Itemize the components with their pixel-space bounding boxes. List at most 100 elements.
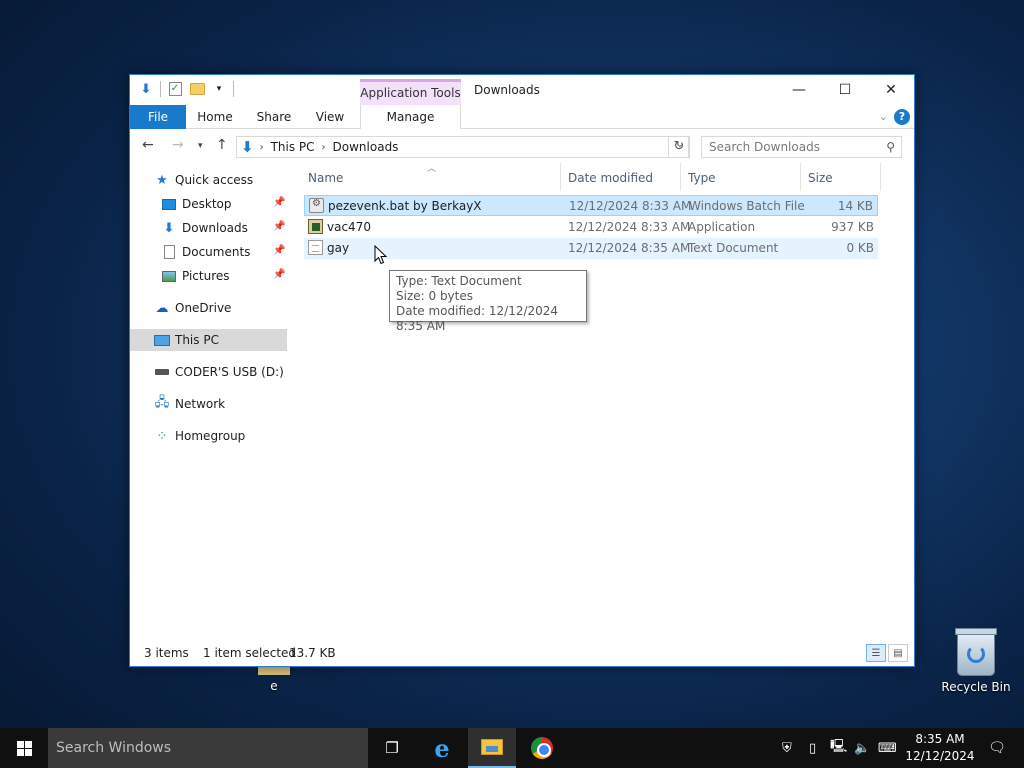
homegroup-icon: ⁘: [156, 428, 168, 444]
forward-button[interactable]: →: [172, 137, 184, 153]
volume-icon[interactable]: 🔈: [854, 728, 870, 768]
tab-view[interactable]: View: [308, 105, 352, 129]
download-icon: ⬇: [163, 220, 175, 236]
keyboard-icon[interactable]: ⌨: [878, 728, 897, 768]
column-header-date-modified[interactable]: Date modified: [568, 171, 653, 191]
nav-item-downloads[interactable]: ⬇ Downloads 📌: [161, 217, 287, 239]
column-header-size[interactable]: Size: [808, 171, 833, 191]
pin-icon: 📌: [273, 221, 286, 232]
close-button[interactable]: ✕: [868, 75, 914, 105]
help-icon[interactable]: ?: [894, 109, 910, 125]
network-tray-icon[interactable]: 🖳: [830, 728, 847, 768]
application-icon: [308, 219, 323, 234]
task-view-button[interactable]: ❐: [368, 728, 416, 768]
computer-icon: [154, 332, 170, 348]
cloud-icon: ☁: [155, 300, 169, 316]
clock[interactable]: 8:35 AM 12/12/2024: [902, 731, 978, 765]
tab-file[interactable]: File: [130, 105, 186, 129]
desktop-icon: [161, 196, 177, 212]
file-list: ︿ Name Date modified Type Size pezevenk.…: [302, 163, 910, 641]
details-view-button[interactable]: ☰: [866, 644, 886, 662]
file-row[interactable]: gay 12/12/2024 8:35 AM Text Document 0 K…: [304, 238, 878, 259]
nav-item-onedrive[interactable]: ☁ OneDrive: [154, 297, 232, 319]
pin-icon: 📌: [273, 197, 286, 208]
security-tray-icon[interactable]: ⛨: [782, 728, 792, 768]
taskbar-search[interactable]: Search Windows: [48, 728, 368, 768]
taskbar-file-explorer[interactable]: [468, 728, 516, 768]
title-bar[interactable]: ⬇ ✓ ▾ Application Tools Downloads — ☐ ✕: [130, 75, 914, 105]
application-tools-tab-group: Application Tools: [360, 79, 461, 105]
nav-item-usb-drive[interactable]: CODER'S USB (D:): [154, 361, 284, 383]
customize-qat-button[interactable]: ▾: [211, 81, 227, 97]
navigation-pane: ★ Quick access Desktop 📌 ⬇ Downloads 📌 D…: [130, 163, 287, 641]
sort-ascending-icon: ︿: [427, 164, 437, 174]
download-arrow-icon: ⬇: [241, 138, 254, 156]
chevron-right-icon[interactable]: ›: [260, 142, 264, 153]
tab-home[interactable]: Home: [192, 105, 238, 129]
search-input[interactable]: [709, 140, 879, 154]
action-center-button[interactable]: 🗨: [982, 728, 1012, 768]
recycle-bin[interactable]: Recycle Bin: [940, 628, 1012, 694]
item-count: 3 items: [144, 646, 189, 660]
large-icons-view-button[interactable]: ▤: [888, 644, 908, 662]
ribbon-tabs: File Home Share View Manage ⌄ ?: [130, 105, 914, 129]
usb-drive-icon: [154, 364, 170, 380]
refresh-button[interactable]: ↻: [668, 136, 690, 158]
desktop-file-e[interactable]: e: [258, 666, 290, 693]
download-arrow-icon[interactable]: ⬇: [138, 81, 154, 97]
properties-button[interactable]: ✓: [167, 81, 183, 97]
text-file-icon: [308, 240, 323, 255]
column-header-name[interactable]: Name: [308, 171, 343, 191]
batch-file-icon: [309, 198, 324, 213]
pin-icon: 📌: [273, 245, 286, 256]
breadcrumb-this-pc[interactable]: This PC: [271, 140, 315, 154]
start-button[interactable]: [0, 728, 48, 768]
address-row: ← → ▾ ↑ ⬇ › This PC › Downloads ⌄ ↻ ⚲: [130, 129, 914, 163]
nav-item-pictures[interactable]: Pictures 📌: [161, 265, 287, 287]
recent-locations-button[interactable]: ▾: [198, 141, 203, 151]
nav-item-network[interactable]: 🖧 Network: [154, 393, 225, 415]
nav-item-desktop[interactable]: Desktop 📌: [161, 193, 287, 215]
quick-access-toolbar: ⬇ ✓ ▾: [138, 81, 234, 97]
tab-share[interactable]: Share: [252, 105, 296, 129]
taskbar-chrome[interactable]: [518, 728, 566, 768]
taskbar: Search Windows ❐ e ⛨ ▯ 🖳 🔈 ⌨ 8:35 AM 12/…: [0, 728, 1024, 768]
column-header-type[interactable]: Type: [688, 171, 716, 191]
folder-icon: [189, 83, 205, 95]
minimize-button[interactable]: —: [776, 75, 822, 105]
file-row[interactable]: pezevenk.bat by BerkayX 12/12/2024 8:33 …: [304, 195, 878, 216]
search-icon: ⚲: [886, 140, 895, 154]
maximize-button[interactable]: ☐: [822, 75, 868, 105]
breadcrumb-downloads[interactable]: Downloads: [333, 140, 399, 154]
search-box[interactable]: ⚲: [701, 136, 902, 158]
up-button[interactable]: ↑: [216, 137, 228, 153]
nav-item-this-pc[interactable]: This PC: [130, 329, 287, 351]
file-icon: [258, 666, 290, 675]
recycle-bin-label: Recycle Bin: [941, 680, 1011, 694]
internet-explorer-icon: e: [434, 733, 450, 763]
file-row[interactable]: vac470 12/12/2024 8:33 AM Application 93…: [304, 217, 878, 238]
back-button[interactable]: ←: [142, 137, 154, 153]
document-icon: [161, 244, 177, 260]
task-view-icon: ❐: [385, 739, 399, 757]
nav-item-quick-access[interactable]: ★ Quick access: [154, 169, 253, 191]
network-icon: 🖧: [154, 395, 170, 410]
chevron-right-icon[interactable]: ›: [322, 142, 326, 153]
selection-size: 13.7 KB: [289, 646, 336, 660]
tab-manage[interactable]: Manage: [360, 105, 461, 129]
clock-date: 12/12/2024: [905, 749, 975, 763]
pictures-icon: [161, 268, 177, 284]
file-explorer-icon: [481, 739, 503, 755]
nav-item-homegroup[interactable]: ⁘ Homegroup: [154, 425, 246, 447]
expand-ribbon-icon[interactable]: ⌄: [879, 110, 888, 123]
star-icon: ★: [156, 172, 168, 188]
new-folder-button[interactable]: [189, 81, 205, 97]
address-bar[interactable]: ⬇ › This PC › Downloads ⌄: [236, 136, 689, 158]
taskbar-internet-explorer[interactable]: e: [418, 728, 466, 768]
status-bar: 3 items 1 item selected 13.7 KB ☰ ▤: [130, 640, 914, 666]
usb-tray-icon[interactable]: ▯: [809, 728, 816, 768]
window-title: Downloads: [474, 83, 540, 97]
selection-count: 1 item selected: [203, 646, 297, 660]
nav-item-documents[interactable]: Documents 📌: [161, 241, 287, 263]
windows-logo-icon: [16, 740, 32, 756]
